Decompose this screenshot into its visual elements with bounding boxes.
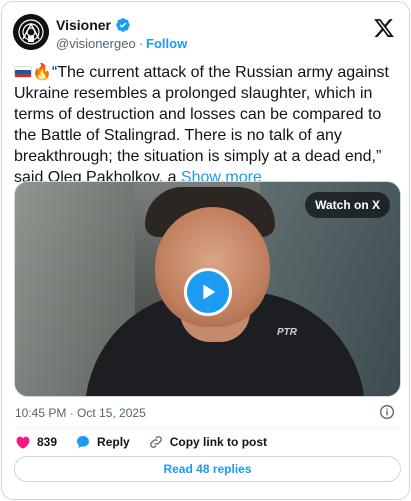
fire-emoji-icon: 🔥 (32, 64, 52, 81)
action-bar: 839 Reply Copy link to post (15, 434, 285, 450)
play-button[interactable] (184, 268, 232, 316)
tweet-card: Visioner @visionergeo · Follow 🔥“The cur… (1, 1, 410, 500)
follow-button[interactable]: Follow (146, 36, 187, 51)
russia-flag-icon (14, 66, 32, 78)
play-icon (203, 284, 216, 300)
x-logo-icon[interactable] (373, 17, 395, 39)
read-replies-button[interactable]: Read 48 replies (14, 456, 401, 482)
info-icon[interactable] (379, 404, 395, 420)
like-button[interactable]: 839 (15, 434, 57, 450)
avatar[interactable] (13, 14, 49, 50)
like-count: 839 (37, 435, 58, 449)
author-name-row: Visioner (56, 17, 131, 33)
display-name[interactable]: Visioner (56, 17, 111, 33)
reply-label: Reply (97, 435, 130, 449)
verified-icon (116, 18, 130, 32)
divider (15, 428, 400, 429)
heart-icon (16, 436, 30, 449)
reply-button[interactable]: Reply (75, 434, 130, 450)
reply-icon (77, 436, 90, 448)
link-icon (149, 436, 162, 448)
timestamp[interactable]: 10:45 PM · Oct 15, 2025 (15, 406, 146, 420)
avatar-icon (13, 14, 49, 50)
handle[interactable]: @visionergeo (56, 36, 136, 51)
watch-on-x-button[interactable]: Watch on X (305, 192, 390, 218)
copy-link-label: Copy link to post (169, 435, 268, 449)
handle-row: @visionergeo · Follow (56, 36, 187, 51)
jacket-logo: PTR (277, 327, 297, 338)
tweet-body: “The current attack of the Russian army … (14, 64, 389, 186)
tweet-text: 🔥“The current attack of the Russian army… (14, 62, 402, 188)
video-player[interactable]: PTR Watch on X (14, 181, 401, 397)
copy-link-button[interactable]: Copy link to post (148, 434, 267, 450)
handle-separator: · (138, 36, 144, 51)
